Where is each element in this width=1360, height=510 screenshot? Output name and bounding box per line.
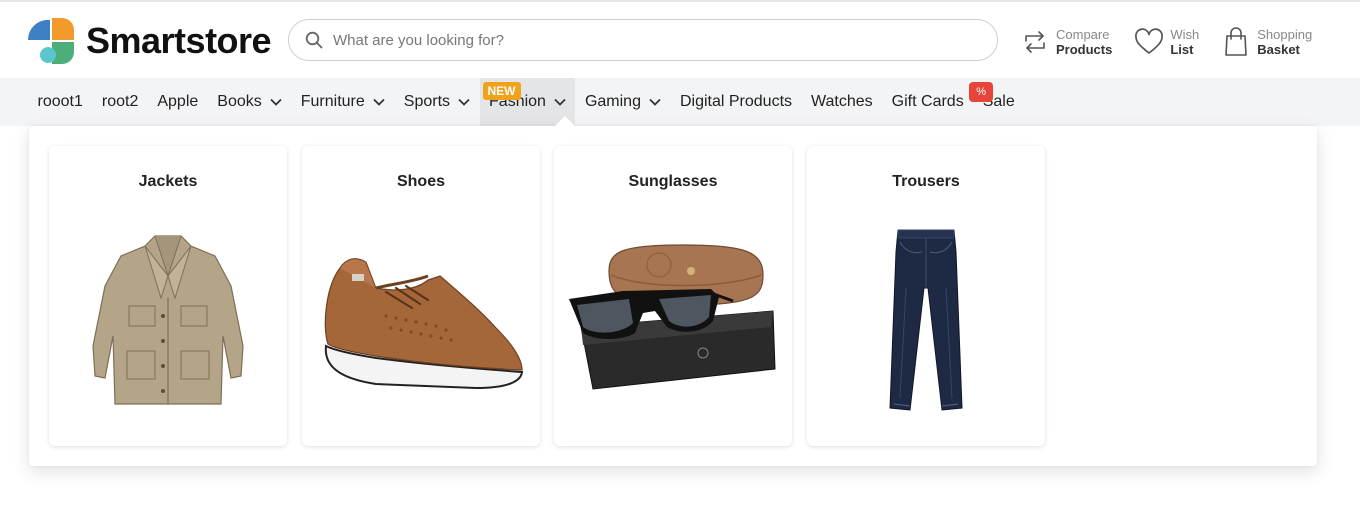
nav-item-sale[interactable]: % Sale [969,78,1024,126]
chevron-down-icon [373,98,385,106]
category-card-jackets[interactable]: Jackets [49,146,287,446]
logo[interactable]: Smartstore [26,18,272,64]
nav-label: Watches [811,93,873,110]
compare-icon [1020,26,1050,58]
nav-label: Apple [157,93,199,110]
sunglasses-image [554,206,792,436]
compare-label-line1: Compare [1056,27,1110,42]
nav-label: Sports [403,93,451,110]
main-nav: rooot1 root2 Apple Books Furniture Sport… [0,78,1360,126]
new-badge: NEW [482,82,521,100]
nav-item-furniture[interactable]: Furniture [291,78,394,126]
sneaker-image [302,206,540,436]
search-icon [305,31,323,49]
nav-item-apple[interactable]: Apple [148,78,208,126]
category-title: Sunglasses [628,173,718,190]
jacket-image [49,206,287,436]
compare-label-line2: Products [1056,42,1113,57]
nav-label: Digital Products [679,93,793,110]
partial-content: . [64,503,68,510]
chevron-down-icon [270,98,282,106]
category-card-shoes[interactable]: Shoes [302,146,540,446]
nav-label: Books [217,93,262,110]
nav-item-watches[interactable]: Watches [802,78,883,126]
jeans-image [807,206,1045,436]
heart-icon [1134,26,1164,58]
chevron-down-icon [649,98,661,106]
basket-label-line1: Shopping [1257,27,1313,42]
shopping-basket-link[interactable]: Shopping Basket [1221,22,1312,62]
category-title: Jackets [138,173,198,190]
search-input[interactable] [333,31,973,49]
chevron-down-icon [458,98,470,106]
chevron-down-icon [554,98,566,106]
nav-label: Gaming [584,93,641,110]
nav-label: root2 [101,93,139,110]
brand-name: Smartstore [86,20,272,61]
header-actions: Compare Products Wish List Shopping Bask… [1020,22,1334,62]
category-card-sunglasses[interactable]: Sunglasses [554,146,792,446]
basket-label-line2: Basket [1257,42,1300,57]
nav-item-gaming[interactable]: Gaming [575,78,670,126]
nav-item-digital-products[interactable]: Digital Products [670,78,801,126]
nav-label: Gift Cards [891,93,964,110]
dropdown-caret [555,116,575,126]
nav-item-rooot1[interactable]: rooot1 [28,78,92,126]
category-card-trousers[interactable]: Trousers [807,146,1045,446]
category-title: Trousers [892,173,960,190]
wish-label-line2: List [1170,42,1194,57]
search-box[interactable] [288,19,998,61]
nav-item-books[interactable]: Books [208,78,291,126]
wish-label-line1: Wish [1170,27,1200,42]
logo-mark-icon [26,18,76,64]
sale-badge: % [969,82,994,102]
fashion-mega-menu: Jackets Shoes Sunglasses Trousers [29,126,1317,466]
shopping-bag-icon [1221,26,1251,58]
nav-label: rooot1 [37,93,83,110]
nav-label: Furniture [300,93,365,110]
nav-item-root2[interactable]: root2 [92,78,147,126]
wish-list-link[interactable]: Wish List [1134,22,1199,62]
site-header: Smartstore Compare Products [0,2,1360,78]
nav-item-gift-cards[interactable]: Gift Cards [882,78,973,126]
nav-item-sports[interactable]: Sports [394,78,479,126]
compare-products-link[interactable]: Compare Products [1020,22,1112,62]
category-title: Shoes [396,173,445,190]
